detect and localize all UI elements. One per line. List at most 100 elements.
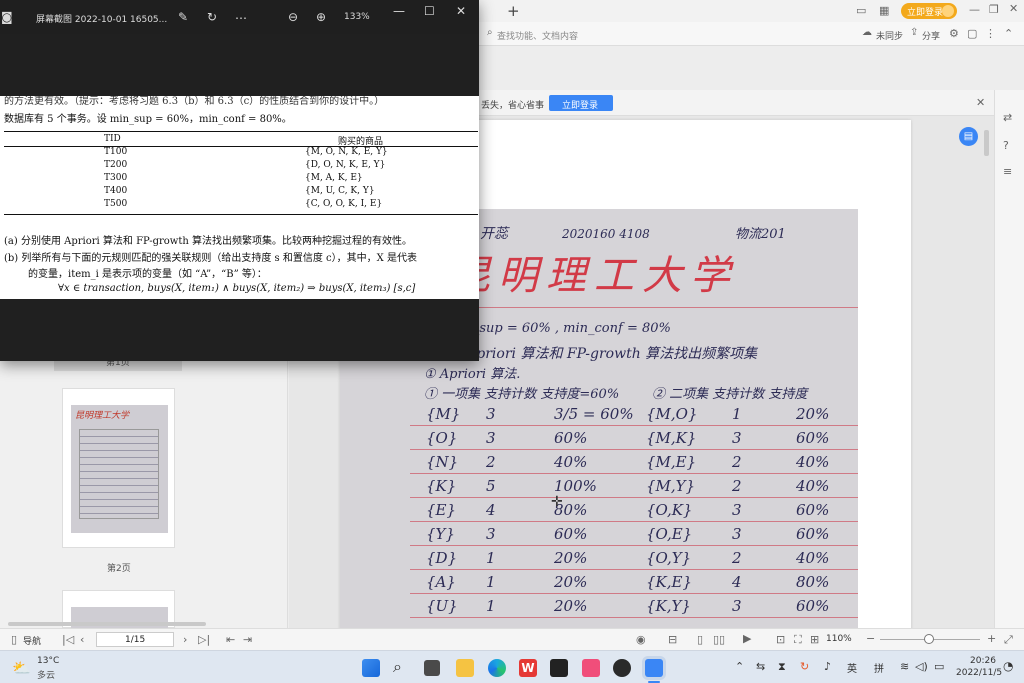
row-count: 3	[486, 429, 496, 447]
wps-icon[interactable]: W	[519, 659, 537, 677]
photos-icon[interactable]	[645, 659, 663, 677]
back-icon[interactable]: ⇤	[226, 634, 235, 645]
tray-expand-icon[interactable]: ⌃	[735, 660, 744, 673]
more-icon[interactable]: …	[235, 8, 247, 22]
sync-status[interactable]: 未同步	[876, 29, 903, 42]
row-support: 60%	[554, 525, 588, 543]
next-page-icon[interactable]: ›	[183, 634, 187, 645]
tray-meter-icon[interactable]: ⧗	[778, 660, 786, 674]
fit-page-icon[interactable]: ⊞	[810, 634, 819, 645]
expand-icon[interactable]: ⤢	[1004, 634, 1013, 645]
filter-icon[interactable]: ≡	[1003, 166, 1012, 177]
zoom-out-icon[interactable]: ⊖	[288, 10, 298, 24]
maximize-icon[interactable]: ☐	[424, 4, 435, 18]
row-count: 4	[486, 501, 496, 519]
close-icon[interactable]: ✕	[456, 4, 466, 18]
grid-icon[interactable]: ▦	[879, 5, 889, 16]
task-view-icon[interactable]	[424, 660, 440, 676]
float-tool-icon[interactable]: ▤	[959, 127, 978, 146]
share-button[interactable]: 分享	[922, 29, 940, 42]
tx-tid: T300	[104, 173, 128, 183]
banner-close-icon[interactable]: ✕	[976, 97, 985, 108]
nav-icon: ▯	[11, 633, 18, 646]
nav-button[interactable]: 导航	[23, 634, 41, 647]
forward-icon[interactable]: ⇥	[243, 634, 252, 645]
first-page-icon[interactable]: |◁	[62, 634, 74, 645]
eye-icon[interactable]: ◉	[636, 634, 646, 645]
single-page-icon[interactable]: ▯	[697, 634, 703, 645]
mic-icon[interactable]: ♪	[824, 660, 831, 673]
double-page-icon[interactable]: ▯▯	[713, 634, 725, 645]
fit-width-icon[interactable]: ⊟	[668, 634, 677, 645]
terminal-icon[interactable]	[550, 659, 568, 677]
recorder-icon[interactable]	[613, 659, 631, 677]
table-top-rule	[4, 131, 478, 132]
battery-icon[interactable]: ▭	[934, 660, 944, 673]
clock-time[interactable]: 20:26	[970, 656, 996, 666]
banner-login-button[interactable]: 立即登录	[549, 95, 613, 111]
more-icon[interactable]: ⋮	[985, 28, 996, 39]
restore-icon[interactable]: ❐	[989, 4, 999, 15]
new-tab-button[interactable]: +	[507, 2, 520, 20]
file-explorer-icon[interactable]	[456, 659, 474, 677]
music-app-icon[interactable]	[582, 659, 600, 677]
row-count-2: 2	[732, 549, 742, 567]
weather-icon[interactable]: ⛅	[12, 659, 31, 677]
minimize-icon[interactable]: —	[969, 4, 980, 15]
row-count: 3	[486, 405, 496, 423]
wifi-icon[interactable]: ≋	[900, 660, 909, 673]
row-count: 2	[486, 453, 496, 471]
help-icon[interactable]: ?	[1003, 140, 1009, 151]
question-b-cont: 的变量，item_i 是表示项的变量（如 “A”，“B” 等）：	[28, 269, 267, 280]
sidebar-scrollbar[interactable]	[8, 622, 206, 626]
right-rail: ⇄ ? ≡	[994, 90, 1024, 628]
row-item: {K}	[426, 477, 457, 495]
ruled-line	[410, 545, 858, 546]
row-support-2: 40%	[796, 477, 830, 495]
page-input[interactable]: 1/15	[96, 632, 174, 647]
tray-app-icon[interactable]: ⇆	[756, 660, 765, 673]
zoom-slider-handle[interactable]	[924, 634, 934, 644]
fullscreen-icon[interactable]: ⛶	[794, 634, 802, 645]
login-button[interactable]: 立即登录	[901, 3, 957, 19]
tx-items: {D, O, N, K, E, Y}	[305, 160, 386, 170]
zoom-out-icon[interactable]: −	[866, 633, 875, 644]
comment-icon[interactable]: ▢	[967, 28, 977, 39]
edge-icon[interactable]	[488, 659, 506, 677]
row-item-2: {K,E}	[646, 573, 693, 591]
ruled-line	[410, 569, 858, 570]
layout-icon[interactable]: ▭	[856, 5, 866, 16]
edit-icon[interactable]: ✎	[178, 10, 188, 24]
translate-icon[interactable]: ⇄	[1003, 112, 1012, 123]
notification-icon[interactable]: ◔	[1003, 659, 1013, 673]
photo-student-id: 2020160 4108	[562, 227, 650, 241]
last-page-icon[interactable]: ▷|	[198, 634, 210, 645]
close-icon[interactable]: ✕	[1009, 3, 1018, 14]
collapse-icon[interactable]: ⌃	[1004, 28, 1013, 39]
play-icon[interactable]: ▶	[743, 633, 751, 644]
clock-date[interactable]: 2022/11/5	[956, 668, 1002, 678]
tx-items: {M, U, C, K, Y}	[305, 186, 375, 196]
settings-icon[interactable]: ⚙	[949, 28, 959, 39]
search-icon: ⌕	[487, 27, 493, 38]
zoom-level[interactable]: 110%	[826, 634, 852, 644]
row-count: 1	[486, 597, 496, 615]
textbook-line2: 数据库有 5 个事务。设 min_sup = 60%，min_conf = 80…	[4, 114, 292, 125]
prev-page-icon[interactable]: ‹	[80, 634, 84, 645]
zoom-in-icon[interactable]: ⊕	[316, 10, 326, 24]
zoom-in-icon[interactable]: +	[987, 633, 996, 644]
taskbar-search-icon[interactable]: ⌕	[393, 657, 402, 677]
thumbnail-page-2[interactable]: 昆明理工大学	[62, 388, 175, 548]
start-icon[interactable]	[362, 659, 380, 677]
doc-scrollbar[interactable]	[984, 130, 989, 156]
page-indicator: 1/15	[125, 635, 146, 645]
search-input[interactable]: 查找功能、文档内容	[497, 29, 578, 42]
rotate-icon[interactable]: ↻	[207, 10, 217, 24]
tray-sync-icon[interactable]: ↻	[800, 660, 809, 673]
ruled-line	[410, 473, 858, 474]
minimize-icon[interactable]: —	[393, 4, 405, 18]
volume-icon[interactable]: ◁)	[915, 660, 928, 673]
crop-icon[interactable]: ⊡	[776, 634, 785, 645]
input-lang[interactable]: 英	[847, 660, 857, 675]
ime-mode[interactable]: 拼	[874, 660, 884, 675]
